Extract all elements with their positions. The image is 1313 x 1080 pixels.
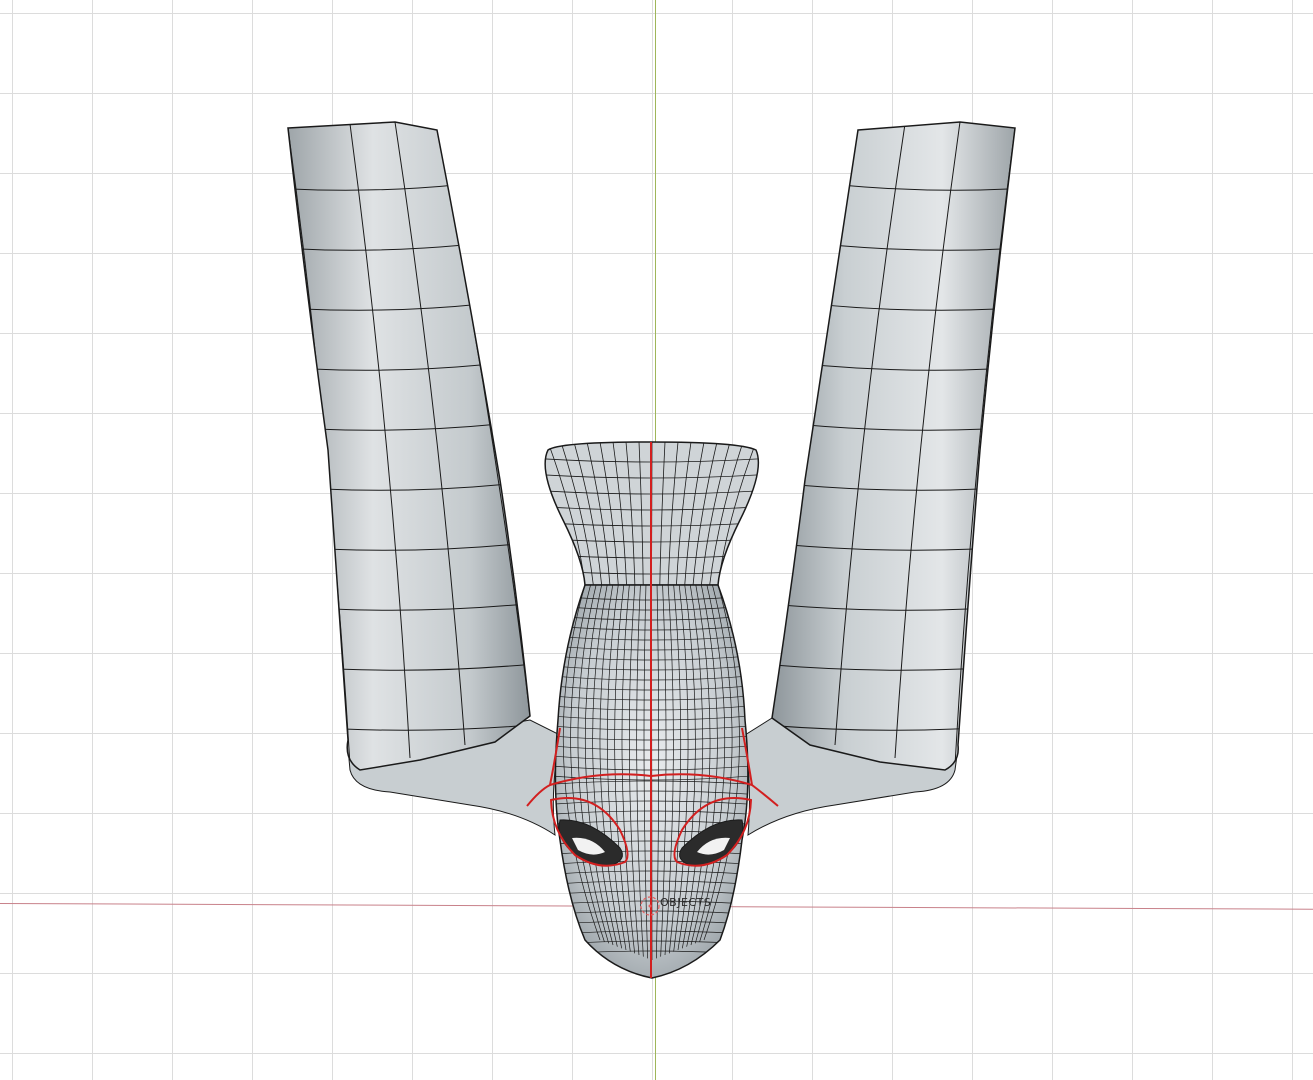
left-wing bbox=[287, 121, 531, 771]
3d-viewport[interactable]: OBJECTS bbox=[0, 0, 1313, 1080]
right-wing bbox=[771, 121, 1016, 771]
mesh-model[interactable] bbox=[0, 0, 1313, 1080]
object-origin-label: OBJECTS bbox=[660, 896, 712, 909]
